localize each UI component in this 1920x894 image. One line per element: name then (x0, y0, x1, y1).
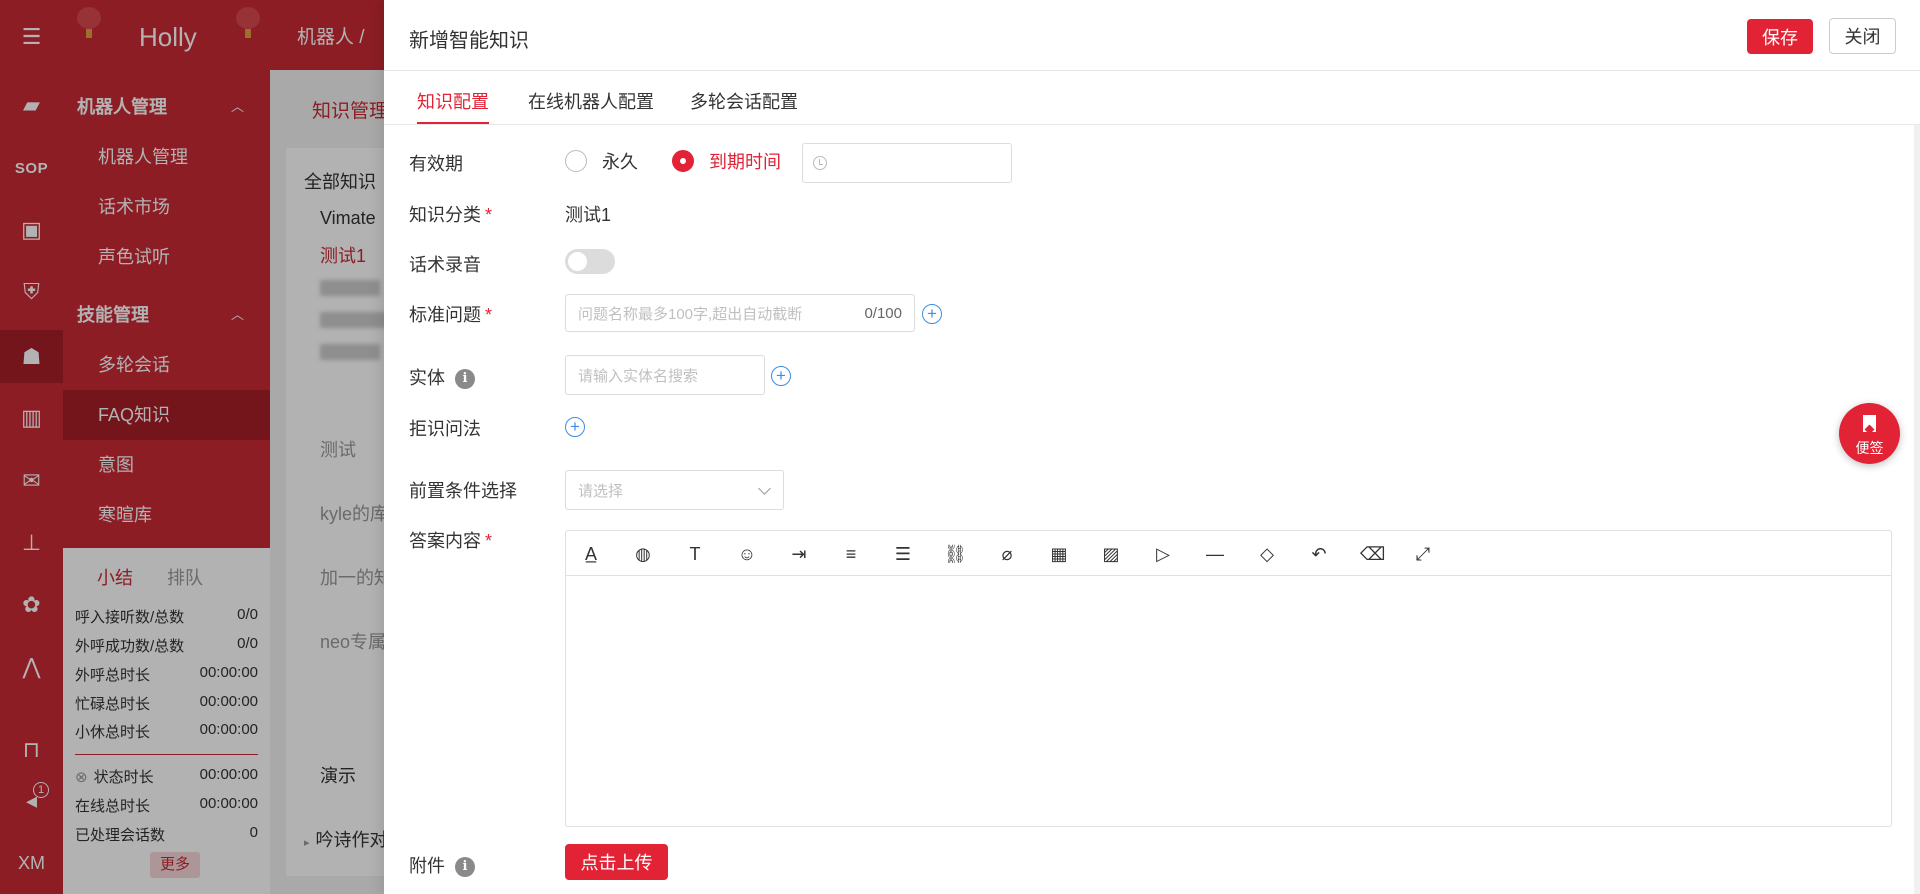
video-icon[interactable]: ▷ (1152, 543, 1174, 565)
answer-label: 答案内容 * (409, 531, 493, 551)
rich-text-editor: A̲ ◍ T ☺ ⇥ ≡ ☰ ⛓ ⌀ ▦ ▨ ▷ — ◇ ↶ ⌫ ⤢ (565, 530, 1892, 827)
expire-date-picker[interactable] (802, 143, 1012, 183)
unlink-icon[interactable]: ⌀ (996, 543, 1018, 565)
precondition-label: 前置条件选择 (409, 481, 517, 501)
validity-label: 有效期 (409, 154, 463, 174)
recording-toggle[interactable] (565, 249, 615, 274)
add-knowledge-drawer: 新增智能知识 保存 关闭 知识配置 在线机器人配置 多轮会话配置 有效期 永久 … (384, 0, 1920, 894)
info-icon[interactable]: i (455, 857, 475, 878)
close-button[interactable]: 关闭 (1829, 18, 1896, 54)
attachment-label: 附件 i (409, 852, 475, 878)
radio-forever[interactable]: 永久 (565, 148, 638, 174)
editor-toolbar: A̲ ◍ T ☺ ⇥ ≡ ☰ ⛓ ⌀ ▦ ▨ ▷ — ◇ ↶ ⌫ ⤢ (566, 531, 1891, 576)
question-counter: 0/100 (864, 304, 902, 322)
entity-search-input[interactable]: 请输入实体名搜索 (565, 355, 765, 395)
font-size-icon[interactable]: A̲ (580, 543, 602, 565)
reject-label: 拒识问法 (409, 419, 481, 439)
tab-knowledge-config[interactable]: 知识配置 (417, 88, 489, 114)
active-tab-indicator (417, 122, 489, 124)
clock-icon (813, 156, 827, 170)
save-button[interactable]: 保存 (1747, 19, 1813, 54)
list-icon[interactable]: ☰ (892, 543, 914, 565)
drawer-scrollbar[interactable] (1914, 125, 1920, 894)
eraser-icon[interactable]: ◇ (1256, 543, 1278, 565)
editor-content-area[interactable] (566, 576, 1891, 826)
bookmark-icon (1863, 415, 1876, 432)
radio-expire-date[interactable]: 到期时间 (672, 148, 781, 174)
horizontal-rule-icon[interactable]: — (1204, 543, 1226, 565)
tab-multiturn-config[interactable]: 多轮会话配置 (690, 88, 798, 114)
palette-icon[interactable]: ◍ (632, 543, 654, 565)
align-left-icon[interactable]: ≡ (840, 543, 862, 565)
add-question-icon[interactable]: + (922, 304, 942, 324)
delete-icon[interactable]: ⌫ (1360, 543, 1385, 565)
drawer-header: 新增智能知识 保存 关闭 (384, 0, 1920, 71)
table-icon[interactable]: ▦ (1048, 543, 1070, 565)
drawer-title: 新增智能知识 (409, 30, 529, 52)
recording-label: 话术录音 (409, 255, 481, 275)
emoji-icon[interactable]: ☺ (736, 543, 758, 565)
chevron-down-icon (758, 482, 771, 495)
tab-online-robot-config[interactable]: 在线机器人配置 (528, 88, 654, 114)
sticky-note-button[interactable]: 便签 (1839, 403, 1900, 464)
undo-icon[interactable]: ↶ (1308, 543, 1330, 565)
indent-icon[interactable]: ⇥ (788, 543, 810, 565)
image-icon[interactable]: ▨ (1100, 543, 1122, 565)
add-entity-icon[interactable]: + (771, 366, 791, 386)
question-label: 标准问题 * (409, 305, 493, 325)
text-style-icon[interactable]: T (684, 543, 706, 565)
upload-button[interactable]: 点击上传 (565, 844, 668, 880)
category-label: 知识分类 * (409, 205, 493, 225)
entity-label: 实体 i (409, 364, 475, 390)
info-icon[interactable]: i (455, 369, 475, 390)
fullscreen-icon[interactable]: ⤢ (1412, 543, 1434, 565)
category-value: 测试1 (565, 205, 612, 225)
precondition-select[interactable]: 请选择 (565, 470, 784, 510)
add-reject-icon[interactable]: + (565, 417, 585, 437)
drawer-tabs: 知识配置 在线机器人配置 多轮会话配置 (384, 71, 1920, 125)
question-input[interactable]: 问题名称最多100字,超出自动截断 0/100 (565, 294, 915, 332)
link-icon[interactable]: ⛓ (944, 543, 967, 565)
